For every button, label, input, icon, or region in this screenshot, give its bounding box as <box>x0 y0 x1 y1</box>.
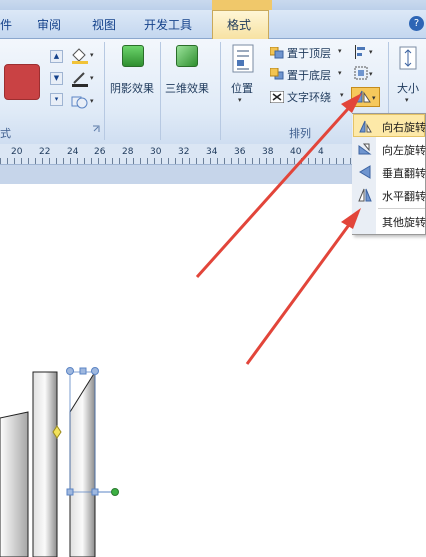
ruler-tick-label: 26 <box>94 147 106 157</box>
ruler-tick-label: 36 <box>234 147 246 157</box>
tab-developer[interactable]: 开发工具 <box>144 16 192 33</box>
send-to-back-icon[interactable] <box>270 68 284 80</box>
position-button[interactable]: 位置 <box>231 80 253 96</box>
drawing-canvas[interactable] <box>0 360 130 557</box>
arrange-group-label: 排列 <box>289 127 311 140</box>
ruler-tick-label: 40 <box>290 147 302 157</box>
ruler-tick-label: 38 <box>262 147 274 157</box>
ruler-tick-label: 34 <box>206 147 218 157</box>
shadow-effects-icon[interactable] <box>122 45 144 67</box>
rotation-handle <box>111 488 119 496</box>
svg-text:▾: ▾ <box>369 48 373 56</box>
menu-item-label: 向右旋转 <box>382 121 426 134</box>
ruler-tick-label: 32 <box>178 147 190 157</box>
menu-item-label: 其他旋转 <box>382 216 426 229</box>
change-shape-icon[interactable]: ▾ <box>70 93 96 111</box>
svg-text:▾: ▾ <box>90 97 94 105</box>
shape-style-swatch[interactable] <box>4 64 40 100</box>
group-separator <box>220 42 221 140</box>
ruler-tick-label: 22 <box>39 147 51 157</box>
resize-handle <box>91 367 99 375</box>
resize-handle <box>66 488 74 496</box>
group-separator <box>104 42 105 140</box>
menu-item-label: 垂直翻转 <box>382 167 426 180</box>
align-icon[interactable]: ▾ <box>354 45 378 59</box>
text-wrap-icon[interactable] <box>270 91 284 103</box>
ruler-tick-label: 20 <box>11 147 23 157</box>
bring-to-front-button[interactable]: 置于顶层 <box>287 45 331 61</box>
send-to-back-button[interactable]: 置于底层 <box>287 67 331 83</box>
ruler-tick-label: 28 <box>122 147 134 157</box>
position-icon[interactable] <box>232 44 254 74</box>
bring-to-front-dropdown-icon[interactable]: ▾ <box>338 47 342 55</box>
position-dropdown-icon[interactable]: ▾ <box>238 96 242 104</box>
ruler-tick-label: 24 <box>67 147 79 157</box>
flip-vertical-icon <box>359 165 371 179</box>
dialog-launcher-icon[interactable] <box>92 125 100 133</box>
size-button[interactable]: 大小 <box>397 80 419 96</box>
tab-file[interactable]: 件 <box>0 16 12 33</box>
bring-to-front-icon[interactable] <box>270 47 284 59</box>
gallery-down-icon[interactable]: ▼ <box>50 72 63 85</box>
size-dropdown-icon[interactable]: ▾ <box>405 96 409 104</box>
group-separator <box>160 42 161 140</box>
shape-cylinder-left <box>0 411 29 557</box>
menu-item-rotate-left[interactable]: 向左旋转 <box>352 137 426 161</box>
rotate-left-icon <box>358 143 372 155</box>
menu-item-more-rotation[interactable]: 其他旋转 <box>352 209 426 233</box>
text-wrap-button[interactable]: 文字环绕 <box>287 89 331 105</box>
menu-item-label: 向左旋转 <box>382 144 426 157</box>
send-to-back-dropdown-icon[interactable]: ▾ <box>338 69 342 77</box>
gallery-up-icon[interactable]: ▲ <box>50 50 63 63</box>
svg-text:▾: ▾ <box>90 74 94 82</box>
resize-handle <box>66 367 74 375</box>
ruler-tick-label: 30 <box>150 147 162 157</box>
flip-horizontal-icon <box>358 188 372 202</box>
rotate-icon: ▾ <box>355 90 376 103</box>
shape-flange <box>32 371 58 557</box>
contextual-tab-header <box>212 0 272 10</box>
help-icon[interactable]: ? <box>409 16 424 31</box>
ruler-tick-label: 4 <box>318 147 324 157</box>
menu-item-rotate-right[interactable]: 向右旋转 <box>352 114 426 138</box>
3d-effects-button[interactable]: 三维效果 <box>165 80 209 96</box>
gallery-more-icon[interactable]: ▾ <box>50 93 63 106</box>
shadow-effects-button[interactable]: 阴影效果 <box>110 80 154 96</box>
tab-review[interactable]: 审阅 <box>37 16 61 33</box>
resize-handle <box>79 367 87 375</box>
rotate-right-icon <box>359 120 372 133</box>
fill-color-icon[interactable]: ▾ <box>70 47 96 65</box>
shape-styles-group-label: 式 <box>0 127 11 140</box>
3d-effects-icon[interactable] <box>176 45 198 67</box>
tab-view[interactable]: 视图 <box>92 16 116 33</box>
svg-text:▾: ▾ <box>90 51 94 59</box>
menu-item-label: 水平翻转 <box>382 190 426 203</box>
shape-selected-trapezoid <box>69 370 96 557</box>
tab-format[interactable]: 格式 <box>227 16 251 33</box>
svg-text:▾: ▾ <box>369 70 373 78</box>
line-color-icon[interactable]: ▾ <box>70 70 96 88</box>
svg-text:▾: ▾ <box>372 94 376 102</box>
text-wrap-dropdown-icon[interactable]: ▾ <box>340 91 344 99</box>
menu-item-flip-vertical[interactable]: 垂直翻转 <box>352 160 426 184</box>
menu-item-flip-horizontal[interactable]: 水平翻转 <box>352 183 426 207</box>
group-objects-icon[interactable]: ▾ <box>354 66 378 82</box>
size-icon[interactable] <box>398 45 420 73</box>
resize-handle <box>91 488 99 496</box>
